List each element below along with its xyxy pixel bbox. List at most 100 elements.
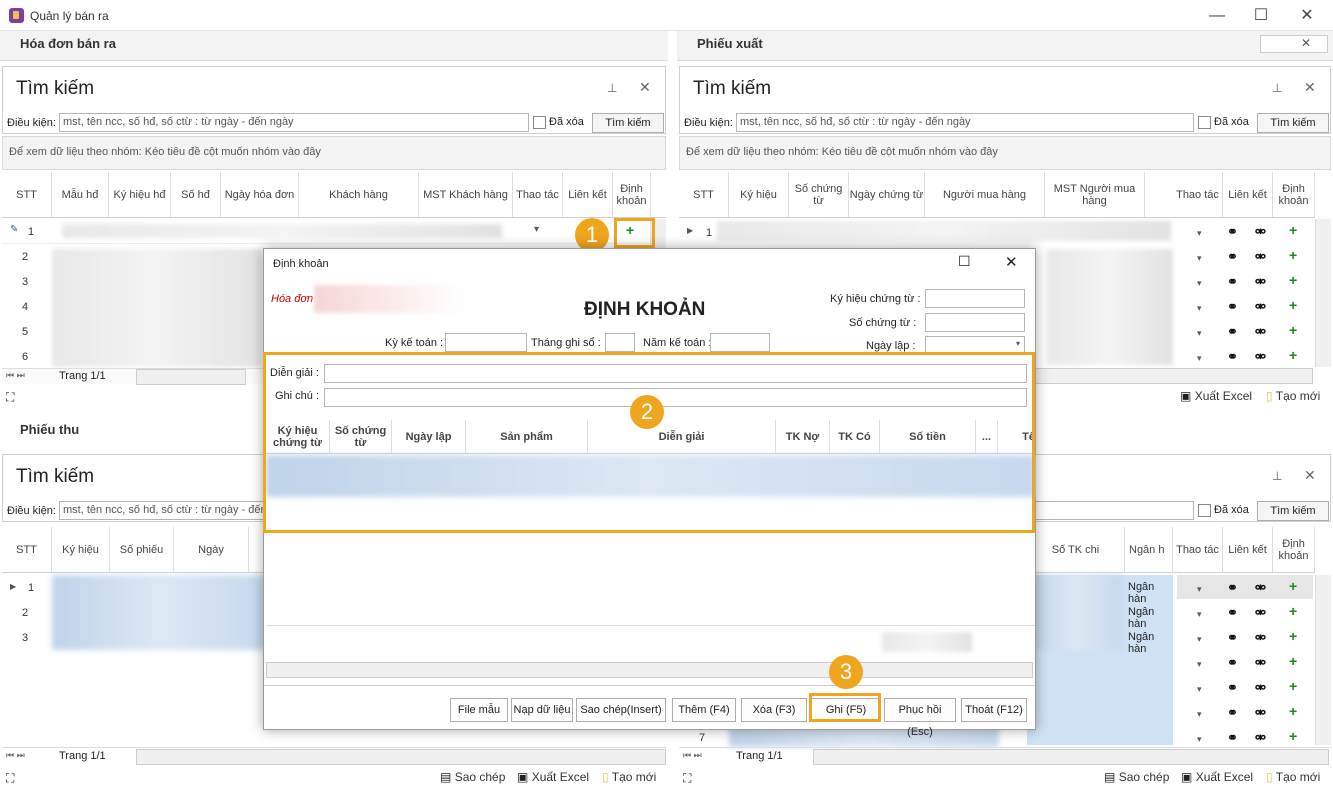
template-file-button[interactable]: File mẫu [450, 698, 508, 722]
unlink-icon[interactable]: ⚮ [1255, 730, 1266, 746]
col-invoice-form[interactable]: Mẫu hđ [52, 172, 109, 217]
unlink-icon[interactable]: ⚮ [1255, 630, 1266, 646]
col-links[interactable]: Liên kết [1223, 527, 1273, 572]
unlink-icon[interactable]: ⚮ [1255, 705, 1266, 721]
fullscreen-icon[interactable]: ⛶ [6, 390, 14, 405]
link-icon[interactable]: ⚭ [1227, 324, 1238, 340]
accounting-plus-icon[interactable]: + [1289, 603, 1297, 619]
deleted-checkbox[interactable] [1198, 504, 1211, 517]
accounting-plus-icon[interactable]: + [1289, 728, 1297, 744]
new-button[interactable]: ▯ Tạo mới [1266, 389, 1320, 403]
new-button[interactable]: ▯ Tạo mới [602, 770, 656, 784]
actions-dropdown-icon[interactable]: ▾ [1197, 634, 1202, 645]
accounting-plus-icon[interactable]: + [1289, 578, 1297, 594]
close-window-button[interactable]: ✕ [1284, 0, 1330, 31]
load-data-button[interactable]: Nạp dữ liệu [511, 698, 573, 722]
unlink-icon[interactable]: ⚮ [1255, 249, 1266, 265]
export-excel-button[interactable]: ▣ Xuất Excel [1181, 770, 1253, 784]
accounting-plus-icon[interactable]: + [1289, 678, 1297, 694]
actions-dropdown-icon[interactable]: ▾ [1197, 328, 1202, 339]
col-accounting[interactable]: Định khoản [1273, 527, 1315, 572]
search-button[interactable]: Tìm kiếm [592, 113, 664, 133]
col-stt[interactable]: STT [2, 172, 52, 217]
horizontal-scrollbar[interactable] [136, 749, 666, 765]
close-icon[interactable]: ✕ [1304, 79, 1316, 96]
col-invoice-no[interactable]: Số hđ [171, 172, 221, 217]
actions-dropdown-icon[interactable]: ▾ [1197, 253, 1202, 264]
unlink-icon[interactable]: ⚮ [1255, 680, 1266, 696]
unlink-icon[interactable]: ⚮ [1255, 324, 1266, 340]
vertical-scrollbar[interactable] [1315, 219, 1331, 367]
unlink-icon[interactable]: ⚮ [1255, 580, 1266, 596]
accounting-plus-icon[interactable]: + [1289, 247, 1297, 263]
col-links[interactable]: Liên kết [563, 172, 613, 217]
doc-no-input[interactable] [925, 313, 1025, 332]
col-symbol[interactable]: Ký hiệu [729, 172, 789, 217]
col-stt[interactable]: STT [679, 172, 729, 217]
unlink-icon[interactable]: ⚮ [1255, 224, 1266, 240]
link-icon[interactable]: ⚭ [1227, 580, 1238, 596]
accounting-plus-icon[interactable]: + [1289, 653, 1297, 669]
link-icon[interactable]: ⚭ [1227, 224, 1238, 240]
accounting-plus-icon[interactable]: + [1289, 347, 1297, 363]
col-actions[interactable]: Thao tác [1173, 172, 1223, 217]
col-symbol[interactable]: Ký hiệu [52, 527, 110, 572]
link-icon[interactable]: ⚭ [1227, 349, 1238, 365]
actions-dropdown-icon[interactable]: ▾ [534, 224, 539, 235]
pin-icon[interactable]: ⊥ [607, 81, 617, 95]
actions-dropdown-icon[interactable]: ▾ [1197, 734, 1202, 745]
fullscreen-icon[interactable]: ⛶ [683, 771, 691, 786]
actions-dropdown-icon[interactable]: ▾ [1197, 609, 1202, 620]
link-icon[interactable]: ⚭ [1227, 605, 1238, 621]
period-input[interactable] [445, 333, 527, 352]
accounting-plus-icon[interactable]: + [1289, 222, 1297, 238]
add-button[interactable]: Thêm (F4) [672, 698, 736, 722]
copy-button[interactable]: ▤ Sao chép [440, 770, 505, 784]
copy-insert-button[interactable]: Sao chép(Insert) [576, 698, 666, 722]
unlink-icon[interactable]: ⚮ [1255, 349, 1266, 365]
col-account[interactable]: Số TK chi [1027, 527, 1125, 572]
accounting-plus-icon[interactable]: + [1289, 628, 1297, 644]
export-excel-button[interactable]: ▣ Xuất Excel [1180, 389, 1252, 403]
delete-button[interactable]: Xóa (F3) [741, 698, 807, 722]
link-icon[interactable]: ⚭ [1227, 680, 1238, 696]
col-invoice-symbol[interactable]: Ký hiệu hđ [109, 172, 171, 217]
pin-icon[interactable]: ⊥ [1272, 81, 1282, 95]
maximize-button[interactable]: ☐ [1238, 0, 1284, 31]
restore-button[interactable]: Phục hồi (Esc) [884, 698, 956, 738]
col-slip-no[interactable]: Số phiếu [110, 527, 174, 572]
col-customer-tax[interactable]: MST Khách hàng [419, 172, 513, 217]
actions-dropdown-icon[interactable]: ▾ [1197, 353, 1202, 364]
year-input[interactable] [710, 333, 770, 352]
col-customer[interactable]: Khách hàng [299, 172, 419, 217]
link-icon[interactable]: ⚭ [1227, 274, 1238, 290]
col-actions[interactable]: Thao tác [1173, 527, 1223, 572]
col-date[interactable]: Ngày [174, 527, 249, 572]
dialog-close-button[interactable]: ✕ [1005, 253, 1018, 271]
col-invoice-date[interactable]: Ngày hóa đơn [221, 172, 299, 217]
accounting-plus-icon[interactable]: + [1289, 703, 1297, 719]
unlink-icon[interactable]: ⚮ [1255, 299, 1266, 315]
close-icon[interactable]: ✕ [639, 79, 651, 96]
col-buyer[interactable]: Người mua hàng [925, 172, 1045, 217]
dialog-maximize-button[interactable]: ☐ [958, 253, 971, 270]
accounting-plus-icon[interactable]: + [1289, 322, 1297, 338]
date-dropdown-icon[interactable]: ▾ [1016, 339, 1020, 348]
panel-close-icon[interactable]: ✕ [1260, 35, 1328, 53]
accounting-plus-icon[interactable]: + [1289, 297, 1297, 313]
unlink-icon[interactable]: ⚮ [1255, 605, 1266, 621]
col-stt[interactable]: STT [2, 527, 52, 572]
search-button[interactable]: Tìm kiếm [1257, 113, 1329, 133]
col-doc-no[interactable]: Số chứng từ [789, 172, 849, 217]
link-icon[interactable]: ⚭ [1227, 299, 1238, 315]
first-page-icon[interactable]: ⏮ ⏭ [6, 370, 25, 381]
deleted-checkbox[interactable] [1198, 116, 1211, 129]
copy-button[interactable]: ▤ Sao chép [1104, 770, 1169, 784]
first-page-icon[interactable]: ⏮ ⏭ [6, 750, 25, 761]
vertical-scrollbar[interactable] [1315, 575, 1331, 745]
lines-horizontal-scrollbar[interactable] [266, 662, 1033, 678]
actions-dropdown-icon[interactable]: ▾ [1197, 659, 1202, 670]
col-accounting[interactable]: Định khoản [1273, 172, 1315, 217]
actions-dropdown-icon[interactable]: ▾ [1197, 228, 1202, 239]
horizontal-scrollbar[interactable] [136, 369, 246, 385]
